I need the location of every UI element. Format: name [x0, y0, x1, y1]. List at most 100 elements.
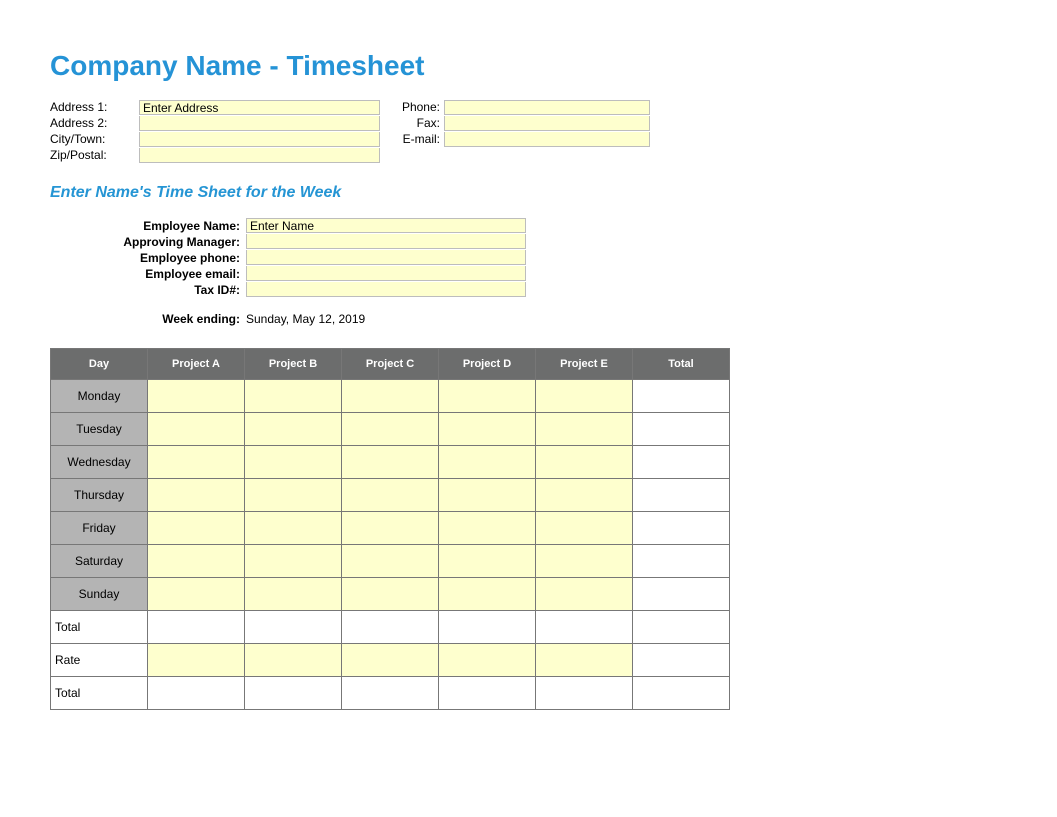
cell-sat-d[interactable] — [439, 545, 536, 578]
cell-thu-b[interactable] — [245, 479, 342, 512]
cell-total-all — [633, 611, 730, 644]
cell-rate-a[interactable] — [148, 644, 245, 677]
cell-total-a — [148, 611, 245, 644]
cell-sat-c[interactable] — [342, 545, 439, 578]
cell-gtotal-a — [148, 677, 245, 710]
day-thursday: Thursday — [51, 479, 148, 512]
employee-info-block: Employee Name: Enter Name Approving Mana… — [50, 218, 1007, 298]
cell-wed-e[interactable] — [536, 446, 633, 479]
day-friday: Friday — [51, 512, 148, 545]
cell-tue-a[interactable] — [148, 413, 245, 446]
table-row-grand-total: Total — [51, 677, 730, 710]
cell-mon-a[interactable] — [148, 380, 245, 413]
label-employee-name: Employee Name: — [50, 218, 246, 234]
cell-mon-b[interactable] — [245, 380, 342, 413]
label-fax: Fax: — [380, 116, 444, 132]
cell-wed-b[interactable] — [245, 446, 342, 479]
label-row-grand-total: Total — [51, 677, 148, 710]
cell-wed-d[interactable] — [439, 446, 536, 479]
table-header-row: Day Project A Project B Project C Projec… — [51, 349, 730, 380]
col-project-e: Project E — [536, 349, 633, 380]
cell-sat-total — [633, 545, 730, 578]
cell-rate-c[interactable] — [342, 644, 439, 677]
page-title: Company Name - Timesheet — [50, 50, 1007, 82]
company-info-block: Address 1: Enter Address Address 2: City… — [50, 100, 1007, 164]
col-project-d: Project D — [439, 349, 536, 380]
cell-thu-a[interactable] — [148, 479, 245, 512]
cell-thu-e[interactable] — [536, 479, 633, 512]
cell-sat-e[interactable] — [536, 545, 633, 578]
cell-fri-a[interactable] — [148, 512, 245, 545]
cell-rate-e[interactable] — [536, 644, 633, 677]
label-address1: Address 1: — [50, 100, 139, 116]
cell-total-b — [245, 611, 342, 644]
cell-total-e — [536, 611, 633, 644]
label-zip-postal: Zip/Postal: — [50, 148, 139, 164]
field-address1[interactable]: Enter Address — [139, 100, 380, 115]
cell-tue-e[interactable] — [536, 413, 633, 446]
cell-rate-total — [633, 644, 730, 677]
cell-mon-e[interactable] — [536, 380, 633, 413]
label-approving-manager: Approving Manager: — [50, 234, 246, 250]
cell-fri-e[interactable] — [536, 512, 633, 545]
label-tax-id: Tax ID#: — [50, 282, 246, 298]
field-phone[interactable] — [444, 100, 650, 115]
cell-rate-b[interactable] — [245, 644, 342, 677]
field-employee-name[interactable]: Enter Name — [246, 218, 526, 233]
label-email: E-mail: — [380, 132, 444, 148]
cell-sun-e[interactable] — [536, 578, 633, 611]
cell-tue-c[interactable] — [342, 413, 439, 446]
field-approving-manager[interactable] — [246, 234, 526, 249]
cell-thu-total — [633, 479, 730, 512]
cell-mon-c[interactable] — [342, 380, 439, 413]
field-fax[interactable] — [444, 116, 650, 131]
col-day: Day — [51, 349, 148, 380]
cell-total-c — [342, 611, 439, 644]
cell-sun-d[interactable] — [439, 578, 536, 611]
cell-sat-a[interactable] — [148, 545, 245, 578]
timesheet-table: Day Project A Project B Project C Projec… — [50, 348, 730, 710]
cell-sun-c[interactable] — [342, 578, 439, 611]
label-row-total: Total — [51, 611, 148, 644]
field-employee-phone[interactable] — [246, 250, 526, 265]
field-tax-id[interactable] — [246, 282, 526, 297]
cell-rate-d[interactable] — [439, 644, 536, 677]
label-address2: Address 2: — [50, 116, 139, 132]
cell-fri-b[interactable] — [245, 512, 342, 545]
day-saturday: Saturday — [51, 545, 148, 578]
field-employee-email[interactable] — [246, 266, 526, 281]
cell-sun-b[interactable] — [245, 578, 342, 611]
table-row: Sunday — [51, 578, 730, 611]
label-phone: Phone: — [380, 100, 444, 116]
cell-tue-d[interactable] — [439, 413, 536, 446]
table-row: Thursday — [51, 479, 730, 512]
field-zip-postal[interactable] — [139, 148, 380, 163]
table-row-total: Total — [51, 611, 730, 644]
table-row: Friday — [51, 512, 730, 545]
field-email[interactable] — [444, 132, 650, 147]
col-project-b: Project B — [245, 349, 342, 380]
cell-tue-b[interactable] — [245, 413, 342, 446]
table-row: Wednesday — [51, 446, 730, 479]
cell-wed-c[interactable] — [342, 446, 439, 479]
cell-sat-b[interactable] — [245, 545, 342, 578]
col-project-c: Project C — [342, 349, 439, 380]
cell-wed-a[interactable] — [148, 446, 245, 479]
field-city-town[interactable] — [139, 132, 380, 147]
field-address2[interactable] — [139, 116, 380, 131]
cell-sun-a[interactable] — [148, 578, 245, 611]
day-monday: Monday — [51, 380, 148, 413]
cell-tue-total — [633, 413, 730, 446]
label-week-ending: Week ending: — [50, 312, 246, 326]
cell-fri-d[interactable] — [439, 512, 536, 545]
col-total: Total — [633, 349, 730, 380]
cell-mon-d[interactable] — [439, 380, 536, 413]
cell-total-d — [439, 611, 536, 644]
cell-fri-c[interactable] — [342, 512, 439, 545]
day-sunday: Sunday — [51, 578, 148, 611]
cell-gtotal-d — [439, 677, 536, 710]
cell-thu-d[interactable] — [439, 479, 536, 512]
section-subheader: Enter Name's Time Sheet for the Week — [50, 184, 1007, 202]
value-week-ending: Sunday, May 12, 2019 — [246, 312, 365, 326]
cell-thu-c[interactable] — [342, 479, 439, 512]
